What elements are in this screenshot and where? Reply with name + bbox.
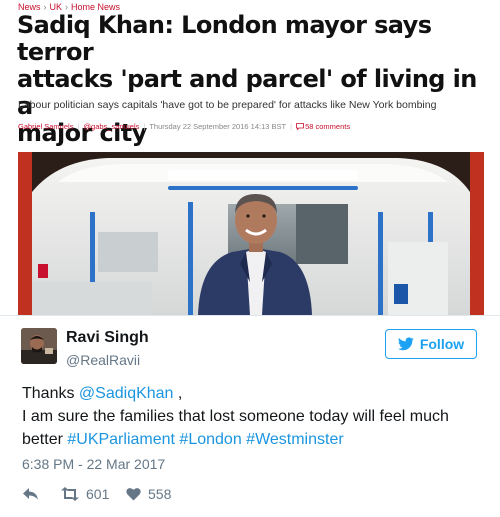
tweet-text-segment: I am sure the families that lost someone… — [22, 408, 449, 425]
reply-icon — [23, 488, 38, 500]
tweet-card: Ravi Singh @RealRavii Follow Thanks @Sad… — [0, 316, 500, 517]
article-screenshot: News › UK › Home News Sadiq Khan: London may… — [0, 0, 500, 316]
retweet-count: 601 — [86, 486, 110, 502]
like-button[interactable]: 558 — [126, 486, 171, 502]
like-count: 558 — [148, 486, 172, 502]
user-display-name[interactable]: Ravi Singh — [66, 329, 149, 347]
retweet-button[interactable]: 601 — [60, 486, 126, 502]
heart-icon — [126, 488, 141, 501]
tweet-text-segment: better — [22, 431, 68, 448]
hashtag-link[interactable]: #Westminster — [246, 431, 344, 448]
user-avatar-image — [21, 328, 57, 364]
hashtag-link[interactable]: #London — [179, 431, 241, 448]
headline-line: Sadiq Khan: London mayor says terror — [17, 11, 432, 66]
article-photo — [18, 152, 484, 315]
tweet-text-segment: Thanks — [22, 385, 79, 402]
mention-link[interactable]: @SadiqKhan — [79, 385, 174, 402]
tweet-text: Thanks @SadiqKhan , I am sure the famili… — [22, 382, 482, 451]
author-handle[interactable]: @gabs_samuels — [83, 122, 139, 131]
follow-label: Follow — [419, 336, 465, 352]
author-name[interactable]: Gabriel Samuels — [18, 122, 73, 131]
tweet-actions: 601 558 — [22, 486, 171, 502]
avatar[interactable] — [21, 328, 57, 364]
article-byline: Gabriel Samuels | @gabs_samuels | Thursday 2… — [18, 122, 351, 131]
comments-count: 58 — [305, 122, 314, 131]
follow-button[interactable]: Follow — [385, 329, 477, 359]
retweet-icon — [61, 487, 79, 501]
reply-button[interactable] — [22, 487, 60, 501]
comments-label: comments — [315, 122, 351, 131]
user-handle[interactable]: @RealRavii — [66, 352, 140, 368]
twitter-bird-icon — [397, 337, 414, 351]
tweet-text-segment: , — [173, 385, 183, 402]
comments-link[interactable]: 58 comments — [296, 122, 350, 131]
speech-bubble-icon — [296, 123, 304, 131]
tube-carriage-photo — [18, 152, 484, 315]
hashtag-link[interactable]: #UKParliament — [67, 431, 175, 448]
article-standfirst: Labour politician says capitals 'have go… — [18, 99, 437, 111]
tweet-timestamp[interactable]: 6:38 PM - 22 Mar 2017 — [22, 456, 165, 472]
headline-line: attacks 'part and parcel' of living in a — [17, 65, 477, 120]
article-date: Thursday 22 September 2016 14:13 BST — [149, 122, 287, 131]
